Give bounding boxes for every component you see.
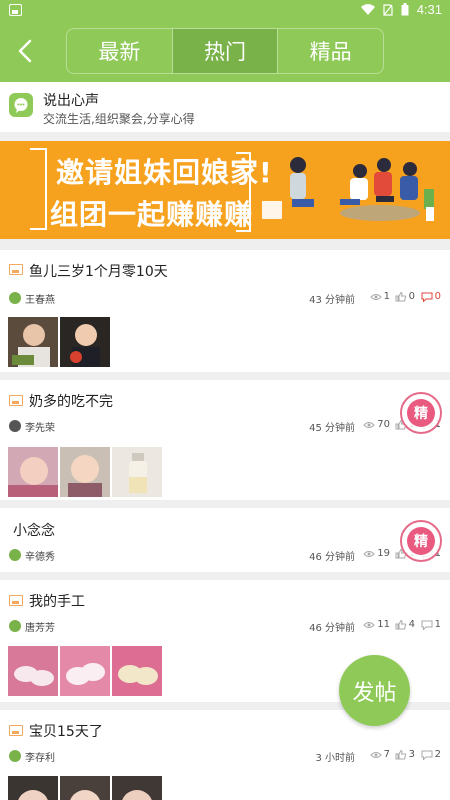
post-photo[interactable]: [112, 447, 162, 497]
post-card[interactable]: 小念念 辛德秀 46 分钟前 19 1 1 精: [0, 508, 450, 572]
eye-icon: [363, 421, 375, 428]
like-count[interactable]: 0: [395, 291, 415, 302]
header: 最新 热门 精品: [0, 22, 450, 82]
banner-headline: 邀请姐妹回娘家!: [56, 156, 273, 189]
post-title: 宝贝15天了: [29, 724, 103, 740]
featured-stamp: 精: [400, 520, 442, 562]
avatar: [9, 620, 21, 632]
back-arrow-icon[interactable]: [10, 34, 44, 68]
post-title: 鱼儿三岁1个月零10天: [29, 264, 168, 280]
banner-subline: 组团一起赚赚赚: [50, 198, 254, 231]
view-count: 7: [369, 749, 390, 760]
author-name: 李存利: [25, 753, 55, 764]
post-photo[interactable]: [8, 447, 58, 497]
author-name: 辛德秀: [25, 552, 55, 563]
thumbs-up-icon: [395, 619, 406, 629]
image-post-icon: [9, 725, 23, 736]
view-count: 19: [363, 548, 390, 559]
avatar: [9, 292, 21, 304]
post-photo[interactable]: [8, 317, 58, 367]
post-card[interactable]: 鱼儿三岁1个月零10天 王春燕 43 分钟前 1 0 0: [0, 250, 450, 372]
post-time: 46 分钟前: [309, 552, 355, 563]
post-photo[interactable]: [60, 317, 110, 367]
post-photo[interactable]: [112, 646, 162, 696]
eye-icon: [363, 621, 375, 628]
view-count: 1: [369, 291, 390, 302]
post-time: 46 分钟前: [309, 623, 355, 634]
author-name: 唐芳芳: [25, 623, 55, 634]
tab-featured[interactable]: 精品: [278, 29, 383, 73]
post-card[interactable]: 奶多的吃不完 李先荣 45 分钟前 70 1 1 精: [0, 380, 450, 500]
view-count: 70: [363, 419, 390, 430]
wifi-icon: [360, 4, 375, 15]
post-photo[interactable]: [8, 646, 58, 696]
post-title: 小念念: [13, 523, 55, 539]
avatar: [9, 549, 21, 561]
tab-hot[interactable]: 热门: [172, 29, 279, 73]
avatar: [9, 750, 21, 762]
say-something-entry[interactable]: 说出心声 交流生活,组织聚会,分享心得: [0, 82, 450, 132]
post-time: 43 分钟前: [309, 295, 355, 306]
eye-icon: [363, 550, 375, 557]
thumbs-up-icon: [395, 749, 406, 759]
post-photo[interactable]: [60, 776, 110, 800]
like-count[interactable]: 4: [395, 619, 415, 630]
comment-icon: [421, 292, 433, 302]
post-photo[interactable]: [60, 646, 110, 696]
tab-latest[interactable]: 最新: [67, 29, 173, 73]
gallery-notification-icon: [9, 4, 22, 16]
image-post-icon: [9, 264, 23, 275]
promo-banner[interactable]: 邀请姐妹回娘家! 组团一起赚赚赚: [0, 141, 450, 239]
post-photo[interactable]: [8, 776, 58, 800]
post-title: 我的手工: [29, 594, 85, 610]
author-name: 王春燕: [25, 295, 55, 306]
eye-icon: [369, 751, 382, 758]
say-title: 说出心声: [43, 93, 99, 109]
new-post-button[interactable]: 发帖: [339, 655, 410, 726]
image-post-icon: [9, 595, 23, 606]
comment-count[interactable]: 0: [421, 291, 441, 302]
say-subtitle: 交流生活,组织聚会,分享心得: [43, 112, 195, 126]
avatar: [9, 420, 21, 432]
post-photo[interactable]: [112, 776, 162, 800]
view-count: 11: [363, 619, 390, 630]
status-bar: 4:31: [0, 0, 450, 22]
post-title: 奶多的吃不完: [29, 394, 113, 410]
no-sim-icon: [383, 3, 393, 16]
comment-count[interactable]: 1: [421, 619, 441, 630]
battery-icon: [401, 3, 409, 16]
comment-count[interactable]: 2: [421, 749, 441, 760]
tab-segment: 最新 热门 精品: [66, 28, 384, 74]
thumbs-up-icon: [395, 291, 406, 301]
image-post-icon: [9, 395, 23, 406]
like-count[interactable]: 3: [395, 749, 415, 760]
comment-icon: [421, 750, 433, 760]
author-name: 李先荣: [25, 423, 55, 434]
status-time: 4:31: [416, 2, 442, 17]
chat-bubble-icon: [9, 93, 33, 117]
featured-stamp: 精: [400, 392, 442, 434]
comment-icon: [421, 620, 433, 630]
post-photo[interactable]: [60, 447, 110, 497]
eye-icon: [369, 293, 382, 300]
post-time: 3 小时前: [315, 753, 355, 764]
post-time: 45 分钟前: [309, 423, 355, 434]
